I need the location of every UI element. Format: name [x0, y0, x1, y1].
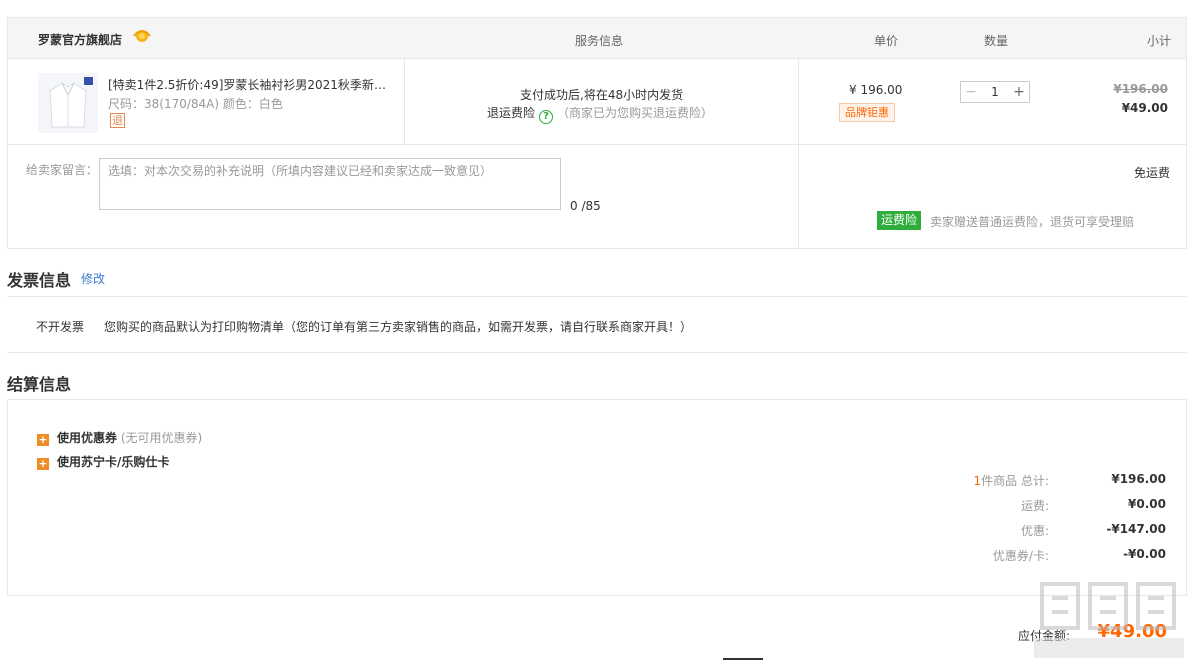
header-price: 单价: [874, 34, 899, 48]
coupon-label[interactable]: 使用优惠券: [57, 431, 117, 445]
header-service: 服务信息: [575, 34, 624, 48]
product-spec: 尺码：38(170/84A) 颜色：白色: [108, 97, 283, 111]
settlement-section-title: 结算信息: [7, 375, 72, 394]
plus-square-icon[interactable]: +: [37, 458, 49, 470]
discount-value: -¥147.00: [1106, 522, 1166, 536]
increase-button[interactable]: +: [1009, 82, 1029, 102]
total-label: 1件商品 总计:: [974, 472, 1050, 489]
settlement-panel: + 使用优惠券 (无可用优惠券) + 使用苏宁卡/乐购仕卡 1件商品 总计: ¥19…: [7, 399, 1187, 596]
coupon-card-value: -¥0.00: [1123, 547, 1166, 561]
decrease-button[interactable]: −: [961, 82, 981, 102]
shipping-insurance-badge: 运费险: [877, 211, 922, 230]
message-label: 给卖家留言：: [26, 163, 99, 177]
return-insurance-line: 退运费险? （商家已为您购买退运费险）: [487, 104, 713, 124]
product-cell: [特卖1件2.5折价:49]罗蒙长袖衬衫男2021秋季新款... 尺码：38(1…: [8, 59, 405, 145]
total-label-text: 件商品 总计:: [981, 474, 1049, 488]
unit-price: ¥ 196.00: [849, 83, 903, 97]
item-count: 1: [973, 474, 982, 488]
order-header: 罗蒙官方旗舰店 服务信息 单价 数量 小计: [8, 18, 1186, 59]
sun-badge-icon: [133, 30, 151, 42]
shipping-value: ¥0.00: [1128, 497, 1166, 511]
invoice-section-title: 发票信息: [7, 271, 72, 290]
watermark-logo: [1034, 582, 1184, 658]
free-shipping-label: 免运费: [1133, 166, 1170, 180]
item-subtotal: ¥49.00: [1121, 101, 1168, 115]
header-quantity: 数量: [984, 34, 1009, 48]
total-value: ¥196.00: [1111, 472, 1166, 486]
product-title[interactable]: [特卖1件2.5折价:49]罗蒙长袖衬衫男2021秋季新款...: [108, 76, 393, 93]
discount-label: 优惠:: [1020, 524, 1049, 538]
order-item-row: [特卖1件2.5折价:49]罗蒙长袖衬衫男2021秋季新款... 尺码：38(1…: [8, 59, 1186, 145]
quantity-value[interactable]: 1: [981, 82, 1009, 102]
invoice-edit-link[interactable]: 修改: [81, 270, 105, 287]
return-badge: 退: [110, 113, 125, 128]
order-panel: 罗蒙官方旗舰店 服务信息 单价 数量 小计 [特卖1件2.5折价:49]罗蒙长袖…: [7, 17, 1187, 249]
delivery-promise: 支付成功后,将在48小时内发货: [520, 88, 684, 102]
coupon-card-label: 优惠券/卡:: [992, 549, 1049, 563]
message-char-count: 0 /85: [570, 199, 601, 213]
shop-name[interactable]: 罗蒙官方旗舰店: [38, 31, 122, 48]
quantity-stepper: − 1 +: [960, 81, 1030, 103]
invoice-type: 不开发票: [36, 320, 85, 334]
coupon-option[interactable]: + 使用优惠券 (无可用优惠券): [37, 429, 202, 446]
seller-message-input[interactable]: [99, 158, 561, 210]
return-insurance-note: （商家已为您购买退运费险）: [557, 106, 714, 120]
header-subtotal: 小计: [1147, 34, 1172, 48]
gift-card-label[interactable]: 使用苏宁卡/乐购仕卡: [57, 455, 169, 469]
gift-card-option[interactable]: + 使用苏宁卡/乐购仕卡: [37, 453, 169, 470]
coupon-note: (无可用优惠券): [120, 431, 203, 445]
return-insurance-label: 退运费险: [487, 106, 536, 120]
invoice-panel: 不开发票 您购买的商品默认为打印购物清单（您的订单有第三方卖家销售的商品，如需开…: [7, 296, 1187, 353]
question-icon[interactable]: ?: [539, 110, 554, 124]
product-thumbnail[interactable]: [38, 73, 98, 133]
invoice-note: 您购买的商品默认为打印购物清单（您的订单有第三方卖家销售的商品，如需开发票，请自…: [104, 320, 693, 334]
brand-discount-tag: 品牌钜惠: [839, 103, 895, 122]
shipping-label: 运费:: [1020, 499, 1049, 513]
shipping-insurance-note: 卖家赠送普通运费险，退货可享受理赔: [930, 215, 1135, 229]
original-subtotal: ¥196.00: [1113, 82, 1168, 96]
column-divider: [798, 59, 799, 249]
plus-square-icon[interactable]: +: [37, 434, 49, 446]
